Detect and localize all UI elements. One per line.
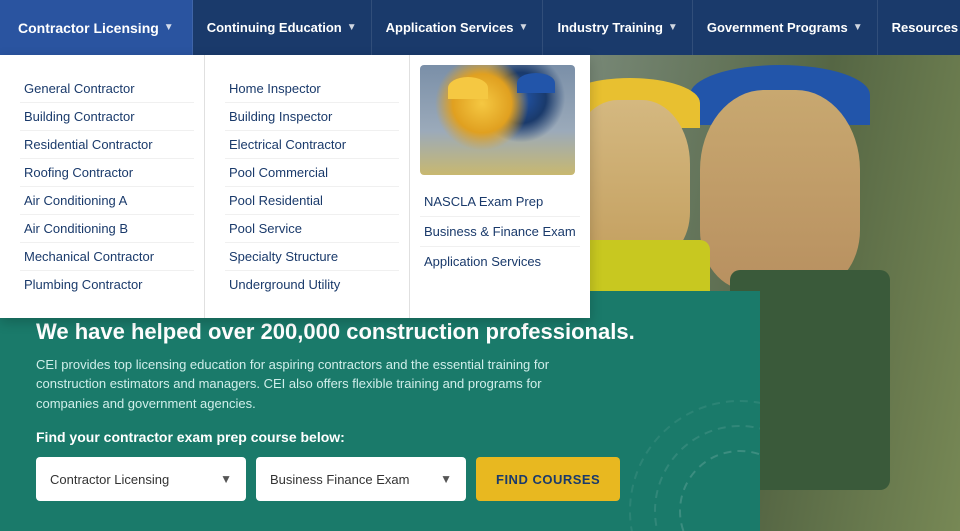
dropdown-general-contractor[interactable]: General Contractor (20, 75, 194, 103)
dropdown-right-panel: NASCLA Exam Prep Business & Finance Exam… (410, 55, 590, 318)
dropdown-pool-residential[interactable]: Pool Residential (225, 187, 399, 215)
chevron-down-icon: ▼ (220, 472, 232, 486)
chevron-down-icon: ▼ (440, 472, 452, 486)
course-search-form: Contractor Licensing ▼ Business Finance … (36, 457, 724, 501)
chevron-down-icon: ▼ (853, 22, 863, 33)
nav-continuing-education[interactable]: Continuing Education ▼ (193, 0, 372, 55)
main-nav: Contractor Licensing ▼ Continuing Educat… (0, 0, 960, 55)
dropdown-home-inspector[interactable]: Home Inspector (225, 75, 399, 103)
dropdown-pool-service[interactable]: Pool Service (225, 215, 399, 243)
info-card: We have helped over 200,000 construction… (0, 291, 760, 531)
hero-body: CEI provides top licensing education for… (36, 355, 596, 414)
dropdown-plumbing-contractor[interactable]: Plumbing Contractor (20, 271, 194, 298)
dropdown-roofing-contractor[interactable]: Roofing Contractor (20, 159, 194, 187)
find-courses-button[interactable]: FIND COURSES (476, 457, 620, 501)
dropdown-specialty-structure[interactable]: Specialty Structure (225, 243, 399, 271)
dropdown-construction-image (420, 65, 575, 175)
dropdown-nascla-exam[interactable]: NASCLA Exam Prep (420, 187, 580, 217)
contractor-licensing-dropdown: General Contractor Building Contractor R… (0, 55, 590, 318)
chevron-down-icon: ▼ (347, 22, 357, 33)
dropdown-mechanical-contractor[interactable]: Mechanical Contractor (20, 243, 194, 271)
chevron-down-icon: ▼ (668, 22, 678, 33)
select1-value: Contractor Licensing (50, 472, 210, 487)
find-label: Find your contractor exam prep course be… (36, 429, 724, 445)
dropdown-col-2: Home Inspector Building Inspector Electr… (205, 55, 410, 318)
dropdown-electrical-contractor[interactable]: Electrical Contractor (225, 131, 399, 159)
dropdown-air-conditioning-a[interactable]: Air Conditioning A (20, 187, 194, 215)
worker-face-right (700, 90, 860, 290)
dropdown-pool-commercial[interactable]: Pool Commercial (225, 159, 399, 187)
hard-hat-blue (517, 73, 555, 93)
nav-application-services[interactable]: Application Services ▼ (372, 0, 544, 55)
exam-type-select[interactable]: Business Finance Exam ▼ (256, 457, 466, 501)
select2-value: Business Finance Exam (270, 472, 430, 487)
hard-hat-yellow (448, 77, 488, 99)
nav-industry-training[interactable]: Industry Training ▼ (543, 0, 692, 55)
chevron-down-icon: ▼ (519, 22, 529, 33)
dropdown-application-services[interactable]: Application Services (420, 247, 580, 276)
nav-contractor-licensing[interactable]: Contractor Licensing ▼ (0, 0, 193, 55)
dropdown-business-finance[interactable]: Business & Finance Exam (420, 217, 580, 247)
dropdown-residential-contractor[interactable]: Residential Contractor (20, 131, 194, 159)
dropdown-building-contractor[interactable]: Building Contractor (20, 103, 194, 131)
nav-government-programs[interactable]: Government Programs ▼ (693, 0, 878, 55)
chevron-down-icon: ▼ (164, 22, 174, 33)
nav-resources[interactable]: Resources ▼ (878, 0, 960, 55)
dropdown-col-1: General Contractor Building Contractor R… (0, 55, 205, 318)
dropdown-underground-utility[interactable]: Underground Utility (225, 271, 399, 298)
dropdown-building-inspector[interactable]: Building Inspector (225, 103, 399, 131)
hero-headline: We have helped over 200,000 construction… (36, 319, 724, 345)
dropdown-air-conditioning-b[interactable]: Air Conditioning B (20, 215, 194, 243)
contractor-licensing-select[interactable]: Contractor Licensing ▼ (36, 457, 246, 501)
